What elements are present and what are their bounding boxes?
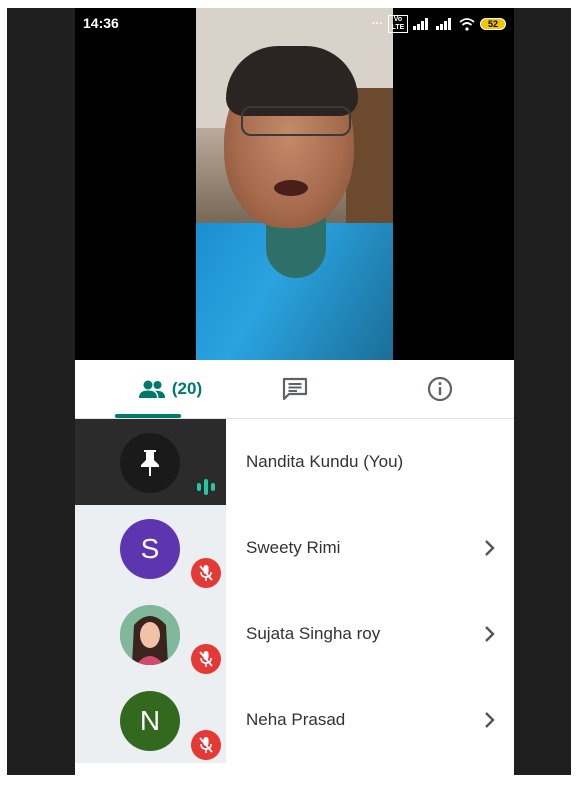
participant-row-neha[interactable]: N Neha Prasad	[75, 677, 514, 763]
chevron-right-icon[interactable]	[480, 535, 500, 561]
mic-off-icon	[191, 644, 221, 674]
meet-app-screen: 14:36 ··· Vo LTE 52 (20) Nandita Kundu (…	[75, 8, 514, 775]
participant-row-sweety[interactable]: S Sweety Rimi	[75, 505, 514, 591]
participant-list: Nandita Kundu (You) S Sweety Rimi Sujata…	[75, 419, 514, 775]
active-tab-indicator	[115, 414, 181, 418]
screenshot-border-bottom	[0, 775, 578, 785]
tab-info[interactable]	[415, 360, 465, 418]
signal-icon	[413, 18, 431, 30]
status-time: 14:36	[83, 15, 119, 31]
video-area[interactable]: 14:36 ··· Vo LTE 52	[75, 8, 514, 360]
people-count: (20)	[171, 379, 203, 398]
signal-icon-2	[436, 18, 454, 30]
avatar	[120, 605, 180, 665]
screenshot-border-left	[0, 0, 7, 785]
chevron-right-icon[interactable]	[480, 707, 500, 733]
avatar: N	[120, 691, 180, 751]
tab-bar: (20)	[75, 360, 514, 419]
status-icons: ··· Vo LTE 52	[372, 15, 506, 33]
avatar-column: N	[75, 677, 226, 763]
status-bar: 14:36 ··· Vo LTE 52	[75, 8, 514, 38]
avatar-column	[75, 591, 226, 677]
battery-icon: 52	[480, 18, 506, 30]
profile-photo	[120, 605, 180, 665]
avatar-column	[75, 419, 226, 505]
participant-row-sujata[interactable]: Sujata Singha roy	[75, 591, 514, 677]
participant-name: Sweety Rimi	[246, 538, 341, 557]
tab-chat[interactable]	[270, 360, 320, 418]
mic-off-icon	[191, 558, 221, 588]
mic-off-icon	[191, 730, 221, 760]
main-video-feed[interactable]	[196, 8, 393, 360]
participant-name: Nandita Kundu (You)	[246, 452, 404, 471]
video-person-mouth	[274, 180, 308, 196]
tab-people[interactable]: (20)	[115, 360, 225, 418]
video-person-glasses	[241, 106, 351, 136]
wifi-icon	[459, 17, 475, 31]
avatar	[120, 433, 180, 493]
more-notifications-icon: ···	[372, 18, 383, 30]
info-icon	[427, 376, 453, 402]
participant-row-nandita[interactable]: Nandita Kundu (You)	[75, 419, 514, 505]
chat-icon	[282, 377, 308, 401]
people-icon	[138, 380, 165, 398]
pin-icon	[141, 450, 159, 476]
volte-indicator: Vo LTE	[388, 15, 408, 33]
speaking-indicator-icon	[193, 475, 219, 499]
chevron-right-icon[interactable]	[480, 621, 500, 647]
screenshot-border-right	[571, 0, 578, 785]
participant-name: Sujata Singha roy	[246, 624, 381, 643]
avatar-column: S	[75, 505, 226, 591]
avatar: S	[120, 519, 180, 579]
screenshot-border-top	[0, 0, 578, 8]
participant-name: Neha Prasad	[246, 710, 346, 729]
